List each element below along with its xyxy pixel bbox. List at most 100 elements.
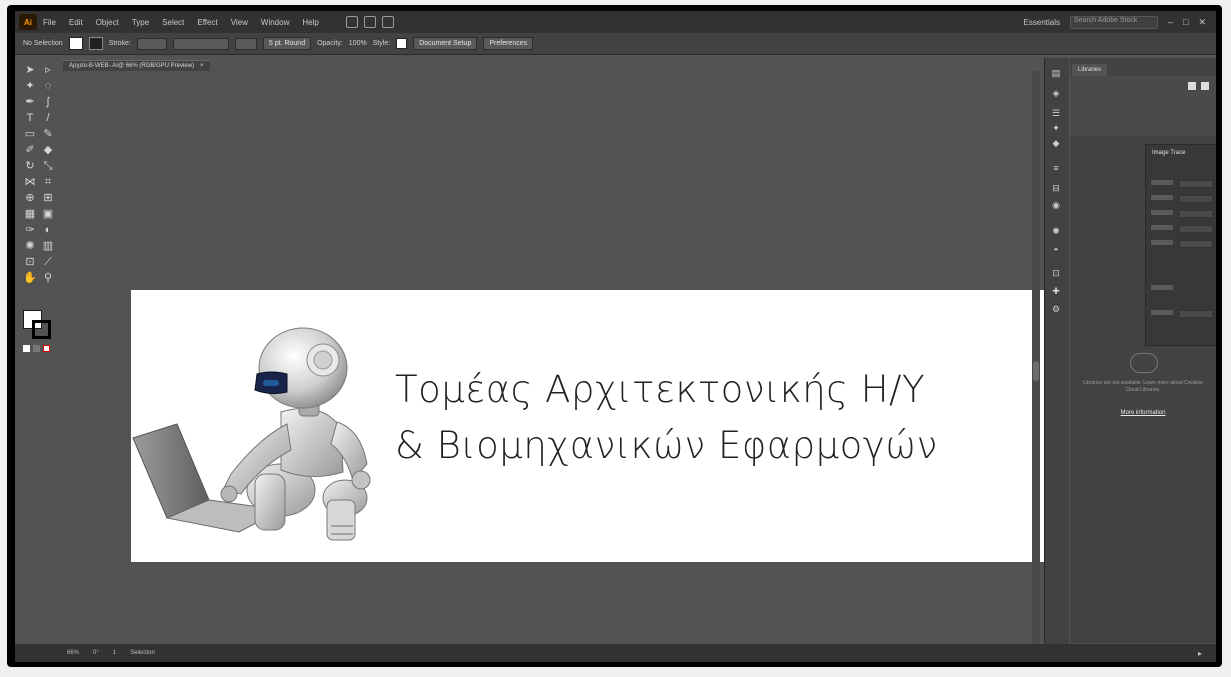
libraries-tab[interactable]: Libraries	[1072, 64, 1108, 76]
fill-swatch[interactable]	[68, 37, 83, 50]
align-panel-icon[interactable]: ✚	[1051, 286, 1061, 296]
maximize-button[interactable]: □	[1183, 17, 1188, 27]
menu-select[interactable]: Select	[162, 18, 184, 27]
layers-panel-icon[interactable]: ◈	[1051, 88, 1061, 98]
menu-help[interactable]: Help	[302, 18, 318, 27]
scrollbar-thumb[interactable]	[1033, 361, 1039, 381]
current-tool-label[interactable]: Selection	[130, 650, 155, 656]
stroke-swatch[interactable]	[88, 37, 103, 50]
menu-window[interactable]: Window	[261, 18, 289, 27]
eraser-icon[interactable]: ◆	[41, 144, 55, 156]
menu-edit[interactable]: Edit	[69, 18, 83, 27]
menu-file[interactable]: File	[43, 18, 56, 27]
canvas-vertical-scrollbar[interactable]	[1032, 71, 1040, 644]
column-graph-icon[interactable]: ▥	[41, 240, 55, 252]
shaper-tool-icon[interactable]: ✐	[23, 144, 37, 156]
type-tool-icon[interactable]: T	[23, 112, 37, 124]
color-mode-icon[interactable]	[23, 345, 30, 352]
menu-view[interactable]: View	[231, 18, 248, 27]
artboard-number[interactable]: 1	[113, 650, 116, 656]
close-button[interactable]: ✕	[1198, 17, 1206, 28]
hand-tool-icon[interactable]: ✋	[23, 272, 37, 284]
selection-tool-icon[interactable]: ➤	[23, 64, 37, 76]
creative-cloud-icon	[1130, 353, 1158, 373]
opacity-label: Opacity:	[317, 40, 343, 47]
trace-threshold-row[interactable]	[1151, 240, 1213, 248]
mesh-tool-icon[interactable]: ▦	[23, 208, 37, 220]
trace-advanced-row[interactable]	[1151, 285, 1211, 292]
libraries-panel-icon[interactable]: ☰	[1051, 108, 1061, 118]
lasso-icon[interactable]: ◌	[41, 80, 55, 92]
robot-with-laptop-illustration	[132, 327, 371, 541]
canvas-area[interactable]: Τομέας Αρχιτεκτονικής Η/Υ & Βιομηχανικών…	[63, 71, 1066, 644]
paintbrush-icon[interactable]: ✎	[41, 128, 55, 140]
document-setup-button[interactable]: Document Setup	[413, 37, 478, 50]
gradient-tool-icon[interactable]: ▣	[41, 208, 55, 220]
blend-tool-icon[interactable]: ◐	[41, 224, 55, 236]
appearance-panel-icon[interactable]: ✺	[1051, 226, 1061, 236]
symbols-panel-icon[interactable]: ⊟	[1051, 183, 1061, 193]
menu-bar: Ai File Edit Object Type Select Effect V…	[15, 11, 1216, 33]
rotate-tool-icon[interactable]: ↻	[23, 160, 37, 172]
arrange-documents-icon[interactable]	[363, 16, 376, 28]
rotation-value[interactable]: 0°	[93, 650, 99, 656]
none-mode-icon[interactable]	[43, 345, 50, 352]
variable-width-field[interactable]	[172, 37, 229, 50]
stock-search-input[interactable]: Search Adobe Stock	[1070, 15, 1158, 29]
selection-label: No Selection	[23, 40, 63, 47]
panel-icon-strip: ▤ ◈ ☰ ✦ ◆ ≡ ⊟ ◉ ✺ ◒ ⊡ ✚ ⚙	[1044, 58, 1069, 658]
fill-stroke-widget[interactable]	[23, 310, 51, 339]
eyedropper-icon[interactable]: ✑	[23, 224, 37, 236]
rectangle-tool-icon[interactable]: ▭	[23, 128, 37, 140]
width-tool-icon[interactable]: ⋈	[23, 176, 37, 188]
send-icon[interactable]	[381, 16, 394, 28]
color-panel-icon[interactable]: ✦	[1051, 123, 1061, 133]
curvature-tool-icon[interactable]: ∫	[41, 96, 55, 108]
trace-view-row[interactable]	[1151, 195, 1213, 203]
minimize-button[interactable]: –	[1168, 17, 1173, 27]
list-view-icon[interactable]	[1201, 82, 1209, 90]
artboards-panel-icon[interactable]: ⊡	[1051, 268, 1061, 278]
more-information-link[interactable]: More information	[1080, 410, 1206, 416]
perspective-grid-icon[interactable]: ⊞	[41, 192, 55, 204]
pathfinder-panel-icon[interactable]: ⚙	[1051, 304, 1061, 314]
scale-tool-icon[interactable]: ⤡	[41, 160, 55, 172]
stroke-weight-field[interactable]	[136, 37, 167, 50]
trace-preview-row[interactable]	[1151, 310, 1213, 318]
graphic-styles-icon[interactable]: ◉	[1051, 200, 1061, 210]
free-transform-icon[interactable]: ⌗	[41, 176, 55, 188]
grid-view-icon[interactable]	[1188, 82, 1196, 90]
pen-tool-icon[interactable]: ✒	[23, 96, 37, 108]
line-tool-icon[interactable]: /	[41, 112, 55, 124]
artboard-tool-icon[interactable]: ⊡	[23, 256, 37, 268]
close-tab-icon[interactable]: ×	[200, 63, 204, 69]
bridge-icon[interactable]	[345, 16, 358, 28]
brushes-panel-icon[interactable]: ≡	[1051, 163, 1061, 173]
brush-field[interactable]	[234, 37, 257, 50]
zoom-tool-icon[interactable]: ⚲	[41, 272, 55, 284]
workspace-switcher[interactable]: Essentials	[1024, 18, 1060, 27]
properties-panel-icon[interactable]: ▤	[1051, 68, 1061, 78]
swatches-panel-icon[interactable]: ◆	[1051, 138, 1061, 148]
trace-mode-row[interactable]	[1151, 210, 1213, 218]
stroke-color-icon[interactable]	[32, 320, 51, 339]
opacity-value[interactable]: 100%	[349, 40, 367, 47]
preferences-button[interactable]: Preferences	[483, 37, 534, 50]
graphic-style-swatch[interactable]	[396, 38, 408, 49]
trace-palette-row[interactable]	[1151, 225, 1213, 233]
status-menu-icon[interactable]: ▸	[1198, 649, 1202, 658]
shape-builder-icon[interactable]: ⊕	[23, 192, 37, 204]
menu-object[interactable]: Object	[96, 18, 119, 27]
menu-type[interactable]: Type	[132, 18, 149, 27]
zoom-level[interactable]: 66%	[67, 650, 79, 656]
gradient-mode-icon[interactable]	[33, 345, 40, 352]
brush-definition-button[interactable]: 5 pt. Round	[262, 37, 312, 50]
artboard[interactable]: Τομέας Αρχιτεκτονικής Η/Υ & Βιομηχανικών…	[131, 290, 1066, 562]
transparency-panel-icon[interactable]: ◒	[1051, 243, 1061, 253]
symbol-sprayer-icon[interactable]: ✺	[23, 240, 37, 252]
trace-preset-row[interactable]	[1151, 180, 1213, 188]
slice-tool-icon[interactable]: ⟋	[41, 256, 55, 268]
menu-effect[interactable]: Effect	[197, 18, 217, 27]
magic-wand-icon[interactable]: ✦	[23, 80, 37, 92]
direct-selection-icon[interactable]: ▹	[41, 64, 55, 76]
